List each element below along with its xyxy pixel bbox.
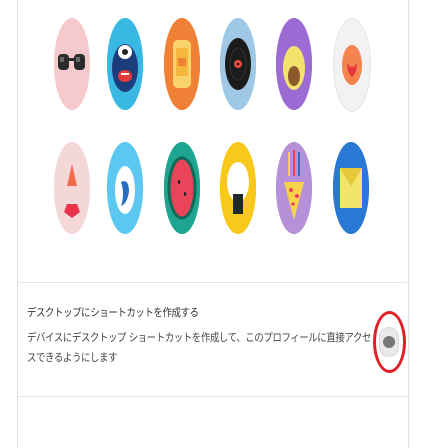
vinyl-record-icon xyxy=(220,18,256,110)
avocado-icon xyxy=(276,18,312,110)
watermelon-avatar[interactable] xyxy=(164,142,200,234)
monster-avatar[interactable] xyxy=(107,18,143,110)
pizza-icon xyxy=(276,142,312,234)
watermelon-icon xyxy=(164,142,200,234)
pizza-avatar[interactable] xyxy=(276,142,312,234)
heart-avatar[interactable] xyxy=(333,18,371,112)
highlight-circle xyxy=(373,311,406,373)
envelope-avatar[interactable] xyxy=(333,142,369,234)
setting-description: デバイスにデスクトップ ショートカットを作成して、このプロフィールに直接アクセス… xyxy=(27,331,372,364)
record-avatar[interactable] xyxy=(220,18,256,110)
dolphin-icon xyxy=(107,142,143,234)
avocado-avatar[interactable] xyxy=(276,18,312,110)
setting-title: デスクトップにショートカットを作成する xyxy=(27,306,199,319)
phone-icon xyxy=(164,18,200,110)
sushi-avatar[interactable] xyxy=(220,142,256,234)
heart-icon xyxy=(334,19,370,111)
dolphin-avatar[interactable] xyxy=(107,142,143,234)
avatar-grid xyxy=(0,0,446,250)
phone-avatar[interactable] xyxy=(164,18,200,110)
sushi-icon xyxy=(220,142,256,234)
section-divider xyxy=(17,282,407,283)
pushpin-icon xyxy=(54,142,90,234)
bottom-divider xyxy=(17,396,407,397)
sunglasses-icon xyxy=(54,18,90,110)
desktop-shortcut-setting: デスクトップにショートカットを作成する デバイスにデスクトップ ショートカットを… xyxy=(27,304,377,368)
sunglasses-avatar[interactable] xyxy=(54,18,90,110)
pushpin-avatar[interactable] xyxy=(54,142,90,234)
monster-icon xyxy=(107,18,143,110)
envelope-icon xyxy=(333,142,369,234)
